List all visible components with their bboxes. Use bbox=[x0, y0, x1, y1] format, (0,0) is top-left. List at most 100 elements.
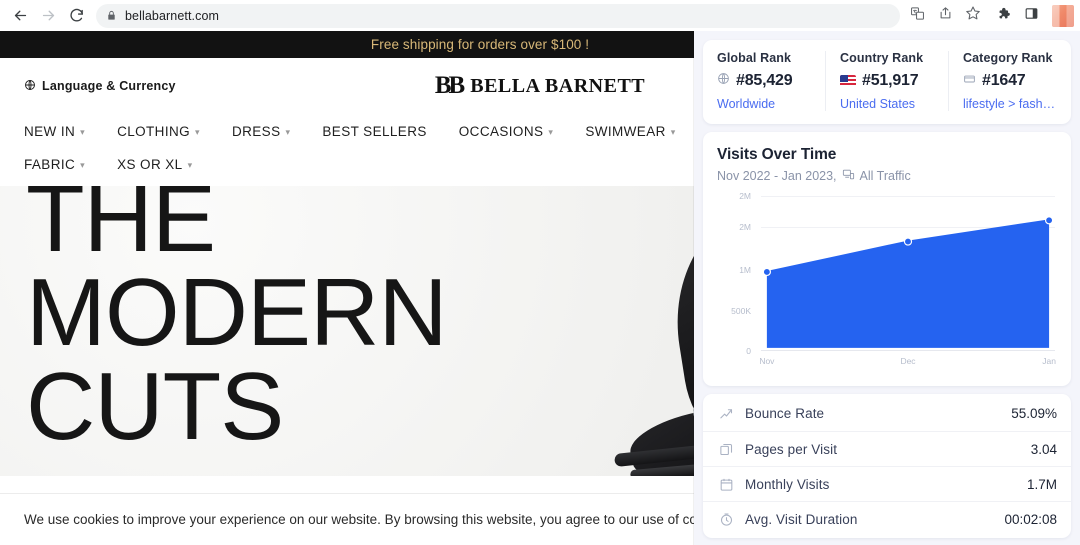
chart-subtitle: Nov 2022 - Jan 2023, All Traffic bbox=[717, 168, 1057, 184]
category-rank-sublink[interactable]: lifestyle > fashion... bbox=[963, 97, 1057, 111]
nav-label: SWIMWEAR bbox=[585, 124, 666, 139]
nav-label: XS OR XL bbox=[117, 157, 183, 172]
rank-summary-card: Global Rank #85,429 Worldwide Country Ra… bbox=[703, 40, 1071, 124]
metric-label: Pages per Visit bbox=[745, 441, 838, 457]
profile-avatar[interactable] bbox=[1052, 4, 1074, 27]
metric-value: 00:02:08 bbox=[1004, 511, 1057, 527]
pages-stack-icon bbox=[717, 442, 735, 457]
metric-row-avg-visit-duration[interactable]: Avg. Visit Duration 00:02:08 bbox=[703, 501, 1071, 536]
nav-item-occasions[interactable]: OCCASIONS ▾ bbox=[459, 124, 554, 139]
country-rank-value: #51,917 bbox=[862, 72, 919, 89]
browser-toolbar: bellabarnett.com bbox=[0, 0, 1080, 31]
forward-button[interactable] bbox=[34, 2, 62, 30]
main-navigation: NEW IN ▾ CLOTHING ▾ DRESS ▾ BEST SELLERS… bbox=[0, 114, 700, 186]
nav-item-best-sellers[interactable]: BEST SELLERS bbox=[322, 124, 426, 139]
star-icon bbox=[965, 5, 981, 26]
nav-item-new-in[interactable]: NEW IN ▾ bbox=[24, 124, 85, 139]
globe-icon bbox=[717, 72, 730, 90]
reload-icon bbox=[68, 7, 85, 24]
url-text: bellabarnett.com bbox=[125, 8, 220, 23]
chevron-down-icon: ▾ bbox=[195, 127, 200, 137]
analytics-side-panel: Global Rank #85,429 Worldwide Country Ra… bbox=[694, 31, 1080, 545]
address-bar[interactable]: bellabarnett.com bbox=[96, 3, 900, 28]
metric-label: Avg. Visit Duration bbox=[745, 511, 858, 527]
cookie-consent-text: We use cookies to improve your experienc… bbox=[24, 512, 733, 527]
global-rank-value: #85,429 bbox=[736, 72, 793, 89]
country-rank-label: Country Rank bbox=[840, 51, 924, 65]
y-tick-label: 0 bbox=[746, 346, 751, 356]
global-rank-label: Global Rank bbox=[717, 51, 792, 65]
nav-label: DRESS bbox=[231, 124, 281, 139]
chevron-down-icon: ▾ bbox=[187, 160, 193, 170]
globe-icon bbox=[24, 79, 36, 94]
x-tick-label: Nov bbox=[759, 356, 775, 366]
country-rank-cell: Country Rank #51,917 United States bbox=[825, 51, 948, 111]
plot-area bbox=[761, 196, 1055, 351]
nav-item-dress[interactable]: DRESS ▾ bbox=[232, 124, 290, 139]
trending-up-icon bbox=[717, 406, 735, 421]
metric-row-monthly-visits[interactable]: Monthly Visits 1.7M bbox=[703, 466, 1071, 501]
extensions-button[interactable] bbox=[990, 3, 1016, 29]
y-tick-label: 2M bbox=[739, 222, 751, 232]
global-rank-sublink[interactable]: Worldwide bbox=[717, 97, 811, 111]
chevron-down-icon: ▾ bbox=[670, 127, 676, 137]
back-button[interactable] bbox=[6, 2, 34, 30]
metric-label: Bounce Rate bbox=[745, 406, 825, 421]
y-tick-label: 500K bbox=[731, 305, 751, 316]
nav-label: FABRIC bbox=[24, 157, 76, 172]
reload-button[interactable] bbox=[62, 2, 90, 30]
y-axis: 2M 2M 1M 500K 0 bbox=[717, 191, 757, 356]
forward-arrow-icon bbox=[40, 7, 57, 24]
metric-label: Monthly Visits bbox=[745, 476, 830, 492]
chevron-down-icon: ▾ bbox=[285, 127, 291, 137]
nav-item-clothing[interactable]: CLOTHING ▾ bbox=[117, 124, 200, 139]
x-tick-label: Dec bbox=[900, 356, 916, 366]
data-point-markers bbox=[762, 216, 1054, 277]
brand-name: BELLA BARNETT bbox=[470, 74, 646, 97]
hero-headline: THE MODERN CUTS bbox=[26, 186, 448, 461]
chart-date-range: Nov 2022 - Jan 2023, bbox=[717, 169, 837, 183]
chart-title: Visits Over Time bbox=[717, 146, 837, 163]
language-currency-selector[interactable]: Language & Currency bbox=[24, 79, 176, 94]
bookmark-button[interactable] bbox=[960, 3, 986, 29]
y-tick-label: 2M bbox=[739, 191, 751, 201]
metric-value: 1.7M bbox=[1026, 476, 1057, 492]
nav-label: CLOTHING bbox=[117, 124, 191, 139]
share-button[interactable] bbox=[932, 3, 958, 29]
visits-over-time-card: Visits Over Time Nov 2022 - Jan 2023, Al… bbox=[703, 132, 1071, 386]
lock-icon bbox=[106, 10, 117, 21]
chevron-down-icon: ▾ bbox=[80, 127, 86, 137]
category-rank-cell: Category Rank #1647 lifestyle > fashion.… bbox=[948, 51, 1071, 111]
y-tick-label: 1M bbox=[739, 265, 751, 276]
devices-icon bbox=[842, 168, 855, 184]
category-rank-label: Category Rank bbox=[963, 51, 1053, 65]
translate-icon bbox=[910, 6, 925, 26]
metric-row-pages-per-visit[interactable]: Pages per Visit 3.04 bbox=[703, 431, 1071, 466]
share-icon bbox=[938, 6, 953, 26]
puzzle-piece-icon bbox=[996, 6, 1011, 26]
metric-value: 55.09% bbox=[1011, 406, 1057, 421]
global-rank-cell: Global Rank #85,429 Worldwide bbox=[703, 51, 825, 111]
metric-value: 3.04 bbox=[1030, 441, 1057, 457]
nav-label: BEST SELLERS bbox=[322, 124, 427, 139]
browser-right-actions bbox=[990, 3, 1074, 29]
nav-item-fabric[interactable]: FABRIC ▾ bbox=[24, 157, 85, 172]
side-panel-icon bbox=[1024, 6, 1039, 26]
calendar-icon bbox=[717, 477, 735, 492]
x-tick-label: Jan bbox=[1042, 356, 1056, 366]
chevron-down-icon: ▾ bbox=[548, 127, 554, 137]
traffic-filter-label[interactable]: All Traffic bbox=[860, 169, 911, 183]
translate-button[interactable] bbox=[904, 3, 930, 29]
back-arrow-icon bbox=[12, 7, 29, 24]
x-axis: Nov Dec Jan bbox=[759, 356, 1056, 370]
omnibox-actions bbox=[904, 3, 986, 29]
brand-monogram: BB bbox=[434, 72, 465, 99]
nav-label: NEW IN bbox=[24, 124, 76, 139]
metric-row-bounce-rate[interactable]: Bounce Rate 55.09% bbox=[703, 396, 1071, 431]
country-rank-sublink[interactable]: United States bbox=[840, 97, 934, 111]
category-box-icon bbox=[963, 72, 976, 90]
nav-item-xs-or-xl[interactable]: XS OR XL ▾ bbox=[117, 157, 192, 172]
side-panel-button[interactable] bbox=[1018, 3, 1044, 29]
nav-item-swimwear[interactable]: SWIMWEAR ▾ bbox=[585, 124, 675, 139]
visits-chart: 2M 2M 1M 500K 0 Nov Dec Jan bbox=[717, 191, 1057, 376]
